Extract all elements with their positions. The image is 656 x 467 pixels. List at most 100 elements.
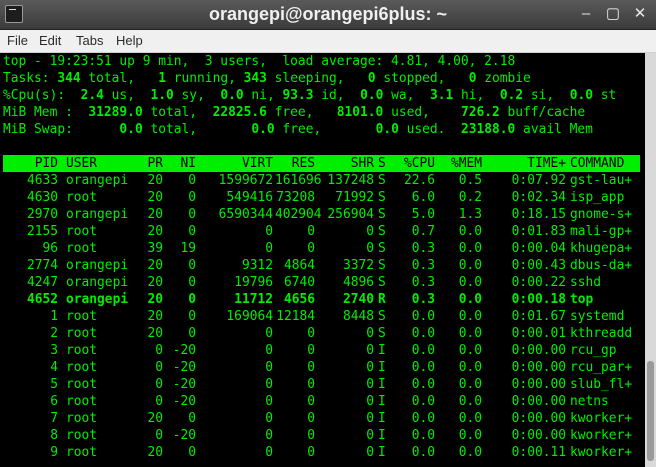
row-command: khugepa+	[570, 241, 633, 256]
row-ni: 19	[180, 241, 196, 256]
row-user: root	[66, 428, 98, 443]
row-command: mali-gp+	[570, 224, 633, 239]
row-state: S	[378, 241, 386, 256]
tasks-zombie-label: zombie	[476, 71, 531, 86]
row-mem: 0.0	[458, 309, 482, 324]
row-res: 0	[307, 224, 315, 239]
close-button[interactable]: ✕	[631, 5, 649, 23]
tasks-sleeping-label: sleeping,	[266, 71, 368, 86]
tasks-running: 1	[158, 71, 166, 86]
terminal-output[interactable]: top - 19:23:51 up 9 min, 3 users, load a…	[0, 53, 645, 467]
row-res: 0	[307, 326, 315, 341]
row-virt: 0	[265, 428, 273, 443]
row-pid: 6	[50, 394, 58, 409]
cpu-st: 0.0	[569, 88, 594, 103]
row-ni: -20	[172, 343, 196, 358]
process-row: 4 root 0 -20 0 0 0 I 0.0 0.0 0:00.00 rcu_par+	[3, 359, 640, 376]
process-row: 4247 orangepi 20 0 19796 6740 4896 S 0.3 0.0 0:00.…	[3, 274, 640, 291]
scrollbar-thumb[interactable]	[647, 361, 654, 461]
process-row: 4652 orangepi 20 0 11712 4656 2740 R 0.3 0.0 0:00.…	[3, 291, 640, 308]
row-pr: 0	[155, 394, 163, 409]
row-cpu: 0.3	[411, 258, 435, 273]
row-pid: 4	[50, 360, 58, 375]
row-cpu: 0.0	[411, 445, 435, 460]
row-state: I	[378, 445, 386, 460]
process-row: 5 root 0 -20 0 0 0 I 0.0 0.0 0:00.00 slub_fl+	[3, 376, 640, 393]
row-cpu: 5.0	[411, 207, 435, 222]
row-pr: 20	[147, 207, 163, 222]
row-state: S	[378, 258, 386, 273]
row-ni: -20	[172, 377, 196, 392]
menu-edit[interactable]: Edit	[39, 30, 61, 52]
row-user: orangepi	[66, 258, 129, 273]
swap-avail-label: avail Mem	[515, 122, 593, 137]
row-user: root	[66, 343, 98, 358]
row-state: S	[378, 326, 386, 341]
row-state: S	[378, 224, 386, 239]
row-ni: 0	[188, 309, 196, 324]
col-cpu: %CPU	[403, 156, 435, 171]
row-pid: 4633	[26, 173, 58, 188]
mem-used-label: used,	[383, 105, 461, 120]
row-shr: 0	[366, 445, 374, 460]
process-row: 6 root 0 -20 0 0 0 I 0.0 0.0 0:00.00 netns	[3, 393, 640, 410]
row-time: 0:07.92	[511, 173, 566, 188]
row-state: I	[378, 360, 386, 375]
process-table-header: PID USER PR NI VIRT RES SHR S %CPU %MEM …	[3, 155, 640, 172]
row-user: root	[66, 394, 98, 409]
row-command: kworker+	[570, 428, 633, 443]
row-command: rcu_par+	[570, 360, 633, 375]
row-cpu: 0.3	[411, 292, 435, 307]
swap-total-label: total,	[142, 122, 252, 137]
row-virt: 0	[265, 377, 273, 392]
process-row: 4633 orangepi 20 0 1599672 161696 137248 S 22.6 0…	[3, 172, 640, 189]
row-state: S	[378, 309, 386, 324]
row-time: 0:00.04	[511, 241, 566, 256]
row-ni: -20	[172, 360, 196, 375]
row-res: 0	[307, 343, 315, 358]
row-cpu: 0.0	[411, 343, 435, 358]
row-state: S	[378, 275, 386, 290]
menu-tabs[interactable]: Tabs	[76, 30, 103, 52]
mem-free-label: free,	[266, 105, 337, 120]
row-shr: 8448	[342, 309, 374, 324]
row-res: 4656	[283, 292, 315, 307]
swap-avail: 23188.0	[460, 122, 516, 137]
mem-line: MiB Mem : 31289.0 total, 22825.6 free, 8…	[3, 104, 585, 121]
row-user: root	[66, 326, 98, 341]
row-state: I	[378, 394, 386, 409]
row-ni: -20	[172, 428, 196, 443]
minimize-button[interactable]: –	[577, 5, 595, 23]
tasks-sleeping: 343	[243, 71, 267, 86]
row-pr: 0	[155, 343, 163, 358]
row-time: 0:00.01	[511, 326, 566, 341]
row-shr: 2740	[342, 292, 374, 307]
menu-file[interactable]: File	[7, 30, 28, 52]
process-row: 2970 orangepi 20 0 6590344 402904 256904 S 5.0 1.…	[3, 206, 640, 223]
row-ni: 0	[188, 258, 196, 273]
row-virt: 0	[265, 343, 273, 358]
row-pid: 8	[50, 428, 58, 443]
row-state: I	[378, 411, 386, 426]
swap-free: 0.0	[251, 122, 275, 137]
row-pid: 2774	[26, 258, 58, 273]
row-pr: 0	[155, 428, 163, 443]
row-cpu: 0.0	[411, 309, 435, 324]
maximize-button[interactable]: ▢	[604, 5, 622, 23]
swap-free-label: free,	[274, 122, 376, 137]
row-command: netns	[570, 394, 609, 409]
row-virt: 549416	[226, 190, 273, 205]
row-mem: 0.0	[458, 411, 482, 426]
menu-help[interactable]: Help	[116, 30, 143, 52]
row-shr: 256904	[327, 207, 374, 222]
row-shr: 0	[366, 241, 374, 256]
cpu-si-label: si,	[523, 88, 570, 103]
row-cpu: 0.3	[411, 241, 435, 256]
row-mem: 0.0	[458, 241, 482, 256]
col-command: COMMAND	[570, 156, 625, 171]
scrollbar[interactable]	[645, 53, 656, 467]
row-command: kthreadd	[570, 326, 633, 341]
row-state: S	[378, 190, 386, 205]
process-row: 8 root 0 -20 0 0 0 I 0.0 0.0 0:00.00 kworker+	[3, 427, 640, 444]
row-shr: 0	[366, 377, 374, 392]
